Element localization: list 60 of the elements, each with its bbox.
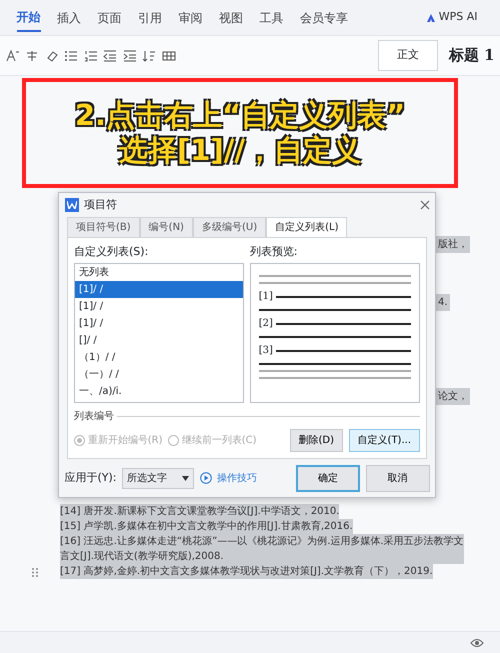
dialog-title: 项目符 — [84, 196, 117, 213]
dialog-tab[interactable]: 项目符号(B) — [67, 217, 140, 237]
field-label: 自定义列表(S): — [74, 244, 150, 260]
list-item[interactable]: []/ / — [75, 332, 244, 350]
style-preset[interactable]: 标题 1 — [448, 44, 494, 67]
app-icon — [64, 198, 78, 212]
apply-dropdown[interactable]: 所选文字 — [122, 468, 194, 489]
indent-icon[interactable] — [122, 48, 136, 62]
caret-icon[interactable] — [182, 476, 190, 481]
list-item[interactable]: [1]/ / — [75, 281, 244, 298]
group-label: 列表编号 — [74, 410, 114, 424]
preview-number: [3] — [258, 344, 273, 358]
reference-text: [16] 汪远忠.让多媒体走进“桃花源”——以《桃花源记》为例.运用多媒体.采用五步法教学文言文[J].现代语文(教学研究版),2008. — [60, 534, 464, 564]
document-text: 版社， — [436, 236, 470, 253]
menu-tab[interactable]: 会员专享 — [300, 4, 348, 30]
reference-text: [17] 高梦婷,金婷.初中文言文多媒体教学现状与改进对策[J].文学教育（下），2019. — [60, 564, 433, 579]
dialog-button[interactable]: 删除(D) — [290, 429, 344, 452]
dialog-button[interactable]: 自定义(T)... — [348, 429, 420, 452]
list-item[interactable]: 无列表 — [75, 264, 244, 282]
dialog-tab[interactable]: 编号(N) — [140, 217, 193, 237]
dialog-button[interactable]: 取消 — [366, 464, 430, 492]
menu-tab[interactable]: 引用 — [138, 4, 162, 30]
menu-tab[interactable]: 工具 — [260, 4, 284, 30]
eye-icon[interactable] — [470, 638, 484, 648]
preview-number: [1] — [258, 290, 273, 304]
dialog-tab[interactable]: 多级编号(U) — [192, 217, 266, 237]
caption-text: 选择[1]//，自定义 — [119, 133, 361, 168]
bullet-list-icon[interactable] — [64, 48, 78, 62]
eraser-icon[interactable] — [44, 48, 58, 62]
numbered-list-icon[interactable] — [84, 48, 98, 62]
list-item[interactable]: （一）/ / — [75, 366, 244, 384]
ai-button[interactable]: WPS AI — [420, 8, 484, 27]
document-text: 4. — [436, 294, 450, 311]
play-icon[interactable] — [200, 472, 212, 484]
preview-number: [2] — [258, 317, 273, 332]
list-item[interactable]: 一、/a)/i. — [75, 383, 244, 400]
menu-tab[interactable]: 审阅 — [178, 4, 202, 30]
menu-tab[interactable]: 页面 — [98, 4, 122, 30]
field-label: 列表预览: — [250, 244, 298, 260]
menu-tab[interactable]: 视图 — [219, 4, 243, 30]
menu-tab[interactable]: 插入 — [57, 4, 81, 30]
list-item[interactable]: （1）/ / — [75, 349, 244, 366]
document-text: 论文， — [436, 388, 470, 405]
sort-icon[interactable] — [142, 48, 156, 62]
table-icon[interactable] — [162, 48, 176, 62]
font-size-icon[interactable] — [6, 48, 20, 62]
list-item[interactable]: [1]/ / — [75, 315, 244, 332]
drag-handle-icon[interactable] — [32, 568, 38, 577]
caption-text: 2.点击右上“自定义列表” — [74, 98, 406, 133]
dialog-tab[interactable]: 自定义列表(L) — [266, 217, 348, 237]
dialog-button[interactable]: 确定 — [296, 464, 360, 492]
menu-tab[interactable]: 开始 — [16, 4, 40, 32]
reference-text: [15] 卢学凯.多媒体在初中文言文教学中的作用[J].甘肃教育,2016. — [60, 519, 353, 534]
reference-text: [14] 唐开发.新课标下文言文课堂教学刍议[J].中学语文，2010. — [60, 504, 340, 519]
field-label: 应用于(Y): — [64, 470, 117, 486]
list-item[interactable]: [1]/ / — [75, 298, 244, 316]
close-icon[interactable] — [420, 200, 430, 210]
outdent-icon[interactable] — [103, 48, 117, 62]
style-preset[interactable]: 正文 — [378, 40, 438, 71]
tips-link[interactable]: 操作技巧 — [217, 470, 258, 486]
